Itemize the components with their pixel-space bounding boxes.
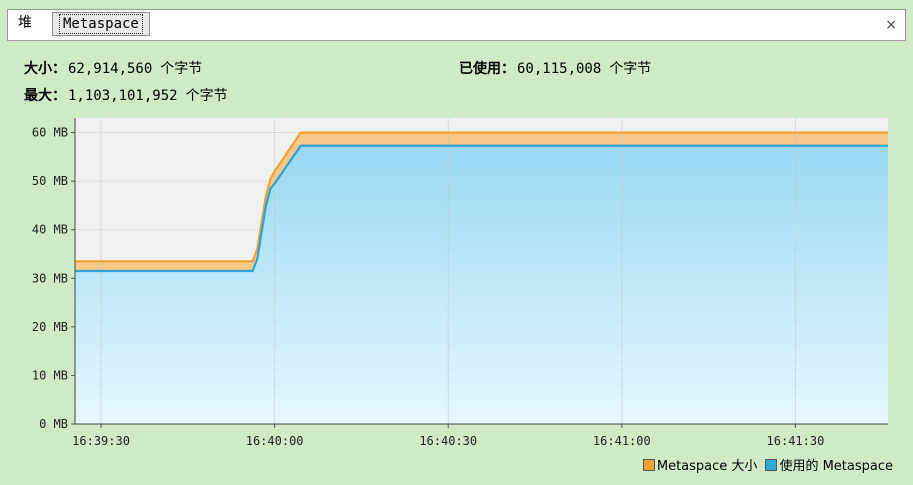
- y-tick-label: 40 MB: [32, 223, 68, 237]
- x-tick-label: 16:39:30: [72, 434, 130, 448]
- x-tick-label: 16:41:00: [593, 434, 651, 448]
- y-tick-label: 30 MB: [32, 271, 68, 285]
- chart-legend: Metaspace 大小 使用的 Metaspace: [642, 458, 893, 476]
- legend-swatch-size: [642, 459, 655, 471]
- y-tick-label: 20 MB: [32, 320, 68, 334]
- y-tick-label: 50 MB: [32, 174, 68, 188]
- y-tick-label: 10 MB: [32, 368, 68, 382]
- x-tick-label: 16:41:30: [767, 434, 825, 448]
- y-tick-label: 60 MB: [32, 126, 68, 140]
- y-tick-label: 0 MB: [39, 417, 68, 431]
- legend-item-size: Metaspace 大小: [642, 459, 758, 474]
- x-tick-label: 16:40:00: [246, 434, 304, 448]
- legend-label-size: Metaspace 大小: [656, 459, 758, 474]
- legend-swatch-used: [765, 459, 778, 471]
- x-tick-label: 16:40:30: [419, 434, 477, 448]
- legend-item-used: 使用的 Metaspace: [765, 459, 893, 474]
- legend-label-used: 使用的 Metaspace: [779, 459, 893, 474]
- metaspace-chart: 0 MB 10 MB 20 MB 30 MB 40 MB 50 MB 60 MB 16:39:…: [32, 118, 888, 448]
